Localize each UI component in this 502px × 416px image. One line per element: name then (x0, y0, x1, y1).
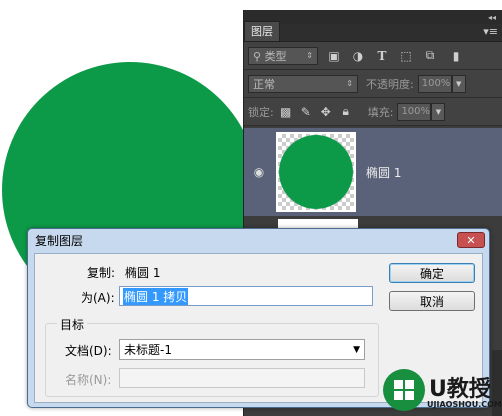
blend-row: 正常 ⇕ 不透明度: 100% ▼ (244, 70, 502, 98)
layer-name: 椭圆 1 (366, 165, 402, 180)
lock-all-icon[interactable]: 🔒︎ (338, 104, 354, 120)
double-chevron-icon[interactable]: ◂◂ (488, 13, 496, 22)
layer-thumbnail (276, 132, 356, 212)
tab-layers[interactable]: 图层 (244, 21, 280, 41)
panel-menu-icon[interactable]: ▾≡ (483, 25, 502, 41)
shape-filter-icon[interactable]: ⬚ (398, 48, 414, 64)
cancel-button[interactable]: 取消 (389, 291, 475, 311)
as-label: 为(A): (81, 291, 115, 305)
panel-tab-row: 图层 ▾≡ (244, 21, 502, 42)
search-icon: ⚲ (253, 49, 262, 63)
smart-object-filter-icon[interactable]: ⧉ (422, 48, 438, 64)
close-icon[interactable]: ✕ (457, 232, 485, 248)
layer-row-ellipse[interactable]: ◉ 椭圆 1 (244, 128, 502, 216)
lock-move-icon[interactable]: ✥ (318, 104, 334, 120)
fill-dropdown-icon[interactable]: ▼ (431, 102, 446, 121)
filter-kind-select[interactable]: ⚲ 类型 ⇕ (248, 46, 318, 65)
as-name-selected-text: 椭圆 1 拷贝 (123, 287, 189, 305)
adjustment-filter-icon[interactable]: ◑ (350, 48, 366, 64)
blend-mode-value: 正常 (253, 77, 275, 91)
as-name-input[interactable]: 椭圆 1 拷贝 (119, 286, 373, 306)
blend-mode-select[interactable]: 正常 ⇕ (248, 74, 358, 93)
lock-paint-brush-icon[interactable]: ✎ (298, 104, 314, 120)
duplicate-value: 椭圆 1 (125, 266, 161, 280)
thumbnail-ellipse (279, 135, 353, 209)
name-label: 名称(N): (65, 373, 112, 387)
image-filter-icon[interactable]: ▣ (326, 48, 342, 64)
panel-topbar: ◂◂ (244, 10, 502, 24)
chevron-down-icon: ▼ (353, 344, 360, 355)
lock-row: 锁定: ▩ ✎ ✥ 🔒︎ 填充: 100% ▼ (244, 98, 502, 126)
filter-kind-label: 类型 (264, 49, 287, 63)
opacity-input[interactable]: 100% (417, 74, 452, 93)
dialog-title: 复制图层 (35, 233, 84, 248)
name-input (119, 368, 365, 388)
opacity-dropdown-icon[interactable]: ▼ (451, 74, 466, 93)
target-group-label: 目标 (57, 316, 88, 333)
type-filter-icon[interactable]: T (374, 48, 390, 64)
fill-input[interactable]: 100% (397, 102, 432, 121)
opacity-label: 不透明度: (366, 77, 414, 91)
lock-label: 锁定: (248, 105, 274, 119)
updown-arrow-icon: ⇕ (346, 79, 353, 88)
lock-transparency-icon[interactable]: ▩ (278, 104, 294, 120)
document-select[interactable]: 未标题-1 ▼ (119, 339, 365, 360)
document-value: 未标题-1 (124, 343, 172, 357)
filter-row: ⚲ 类型 ⇕ ▣ ◑ T ⬚ ⧉ ▮ (244, 42, 502, 70)
dialog-titlebar[interactable]: 复制图层 ✕ (28, 229, 489, 251)
document-label: 文档(D): (65, 344, 112, 358)
updown-arrow-icon: ⇕ (306, 51, 313, 60)
watermark-brand: U教授 (429, 377, 491, 402)
filter-toggle-icon[interactable]: ▮ (448, 48, 464, 64)
windows-logo-icon (383, 369, 425, 411)
fill-label: 填充: (367, 105, 394, 119)
eye-icon[interactable]: ◉ (248, 165, 270, 179)
watermark: U教授 UJIAOSHOU.COM (383, 364, 502, 416)
ok-button[interactable]: 确定 (389, 263, 475, 283)
duplicate-label: 复制: (87, 266, 116, 280)
watermark-site: UJIAOSHOU.COM (427, 400, 502, 409)
